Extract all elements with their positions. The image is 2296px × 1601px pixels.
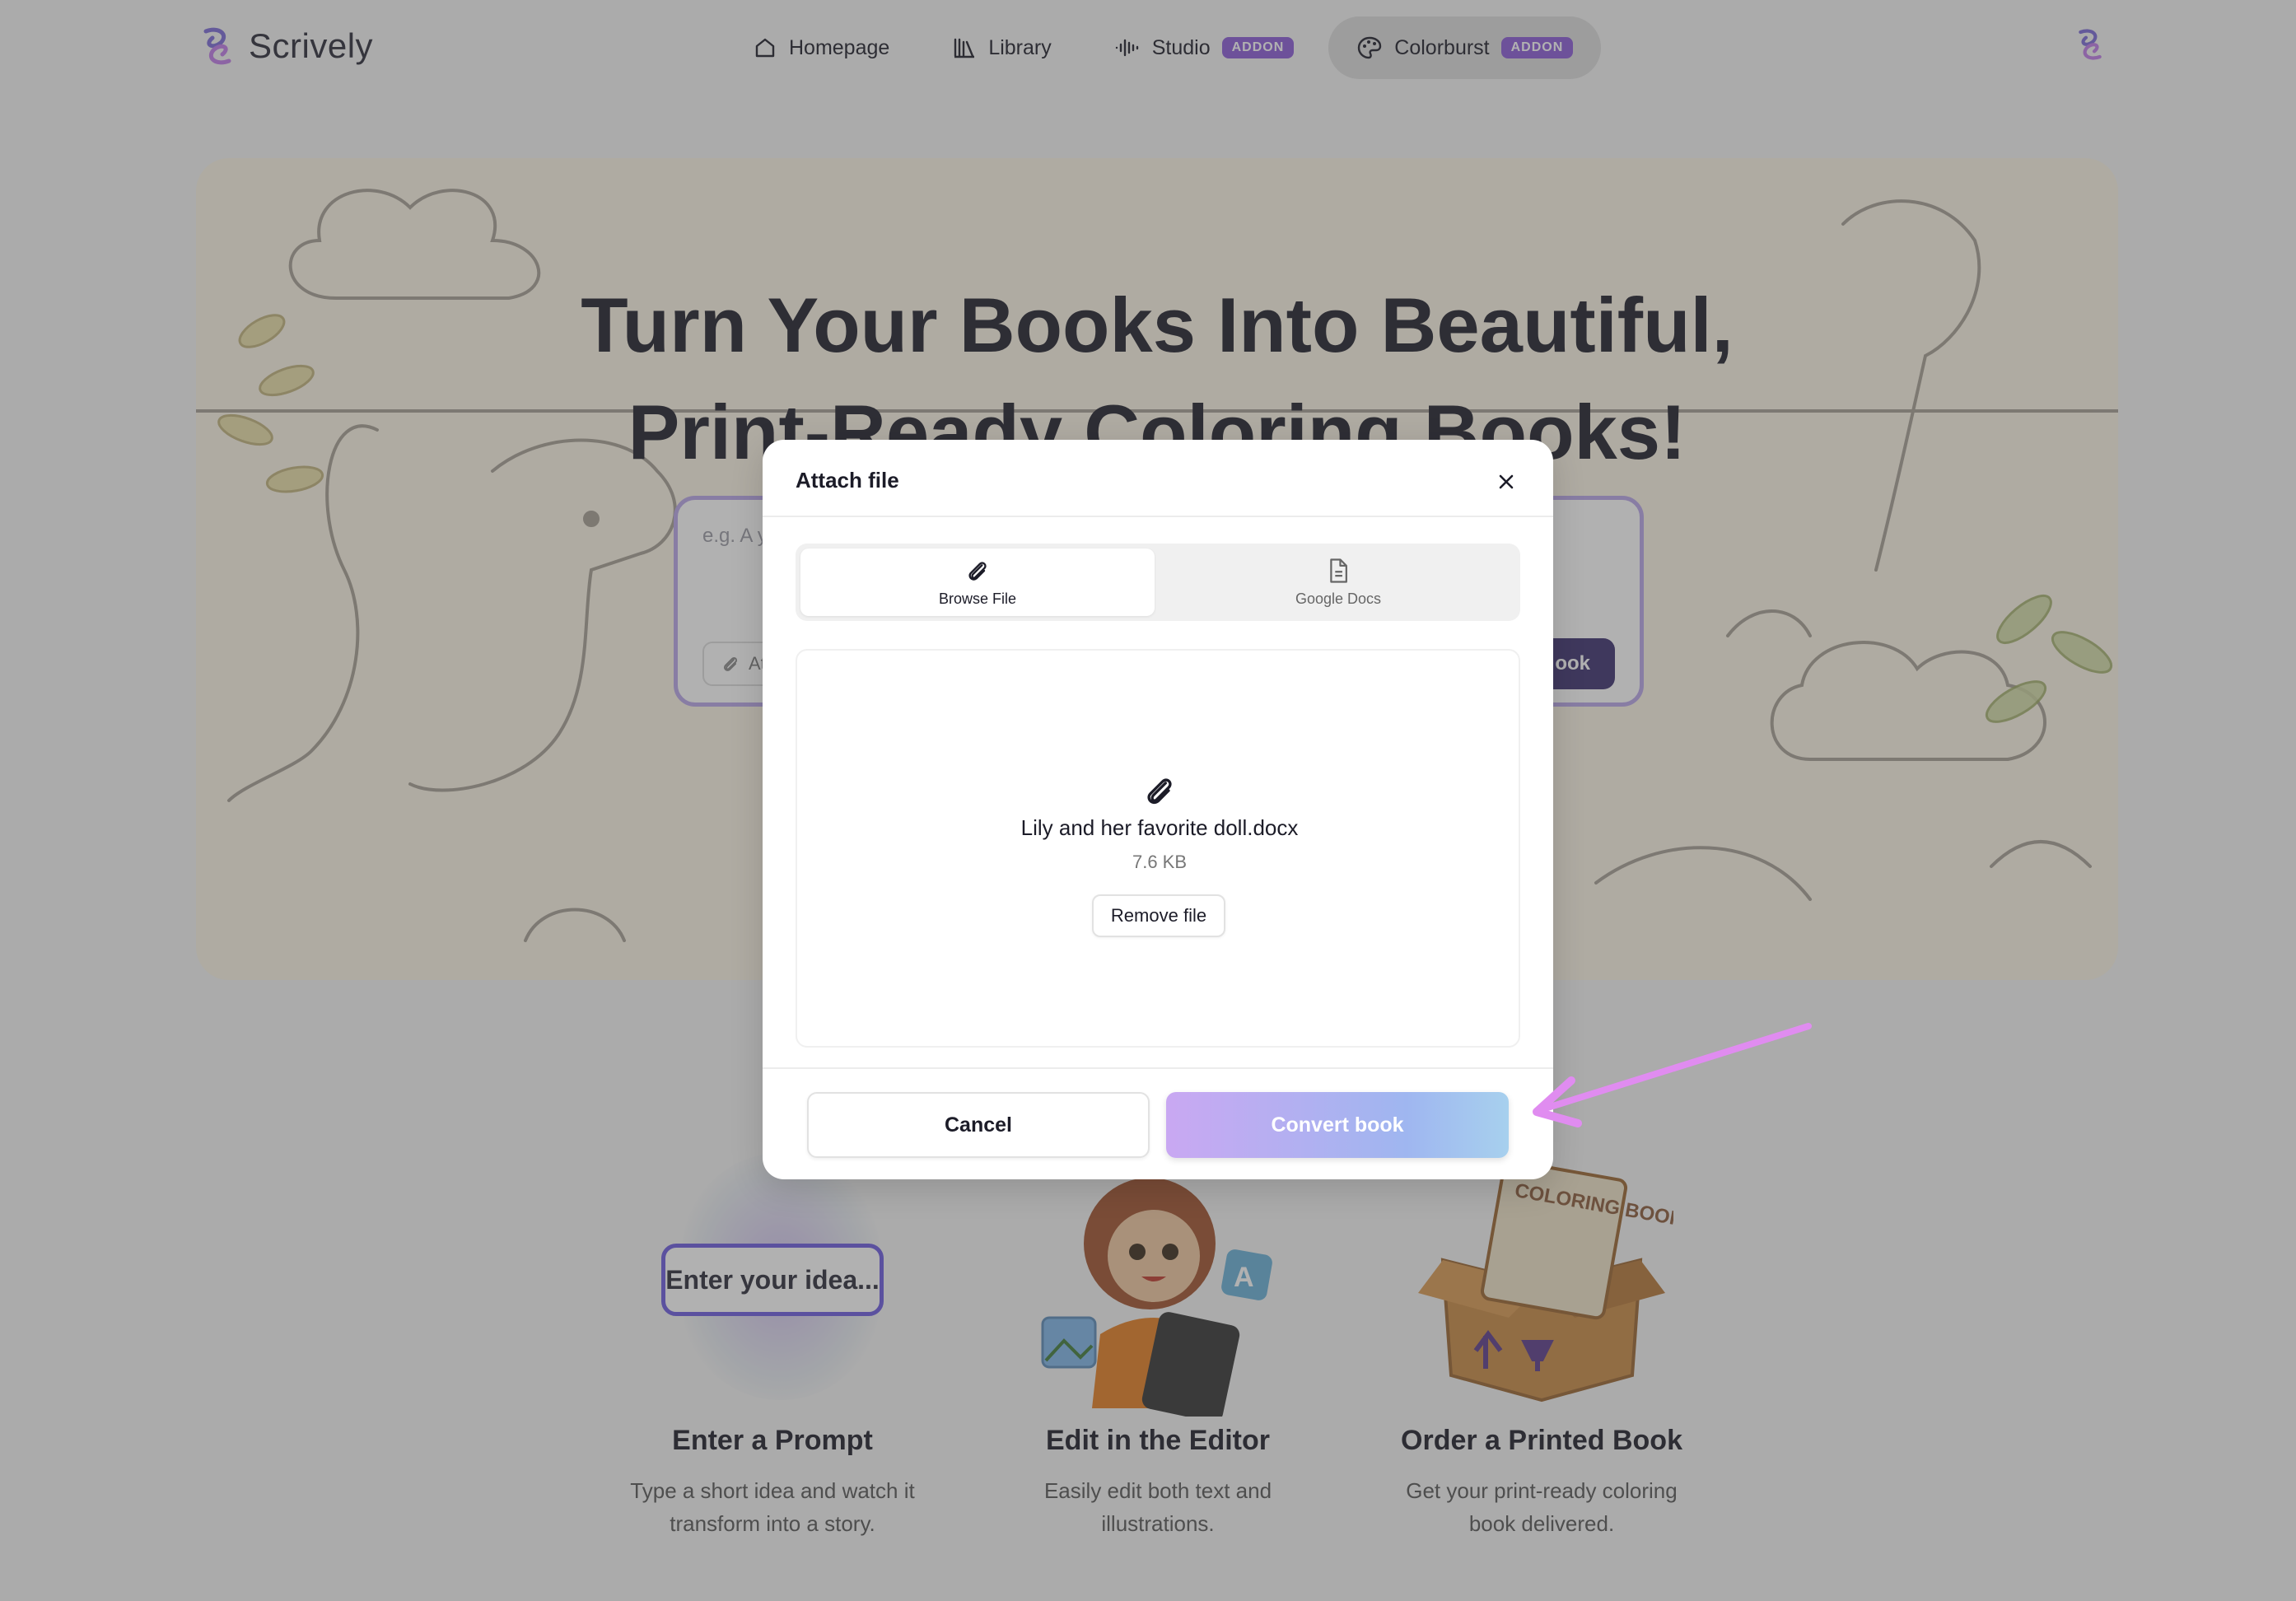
close-icon	[1499, 474, 1514, 489]
convert-book-button[interactable]: Convert book	[1166, 1092, 1509, 1158]
file-size: 7.6 KB	[1132, 852, 1188, 872]
tab-label: Browse File	[938, 590, 1017, 607]
dialog-header: Attach file	[763, 440, 1553, 517]
paperclip-icon	[1147, 778, 1172, 805]
close-button[interactable]	[1492, 468, 1520, 496]
source-tabs: Browse File Google Docs	[796, 544, 1520, 621]
tab-browse-file[interactable]: Browse File	[800, 548, 1155, 616]
paperclip-icon	[968, 561, 987, 581]
file-dropzone[interactable]: Lily and her favorite doll.docx 7.6 KB R…	[796, 649, 1520, 1048]
annotation-arrow-icon	[1533, 1023, 1812, 1127]
page: Scrively Homepage Library Studio ADDON C…	[0, 0, 2296, 1601]
tab-google-docs[interactable]: Google Docs	[1161, 548, 1515, 616]
document-icon	[1330, 558, 1347, 583]
tab-label: Google Docs	[1295, 590, 1382, 607]
cancel-button[interactable]: Cancel	[807, 1092, 1150, 1158]
attach-file-dialog: Attach file Browse File Google Docs Lily…	[763, 440, 1553, 1179]
dialog-footer: Cancel Convert book	[763, 1067, 1553, 1179]
file-name: Lily and her favorite doll.docx	[1020, 815, 1299, 840]
dialog-title: Attach file	[796, 468, 899, 492]
remove-file-button[interactable]: Remove file	[1092, 894, 1225, 937]
